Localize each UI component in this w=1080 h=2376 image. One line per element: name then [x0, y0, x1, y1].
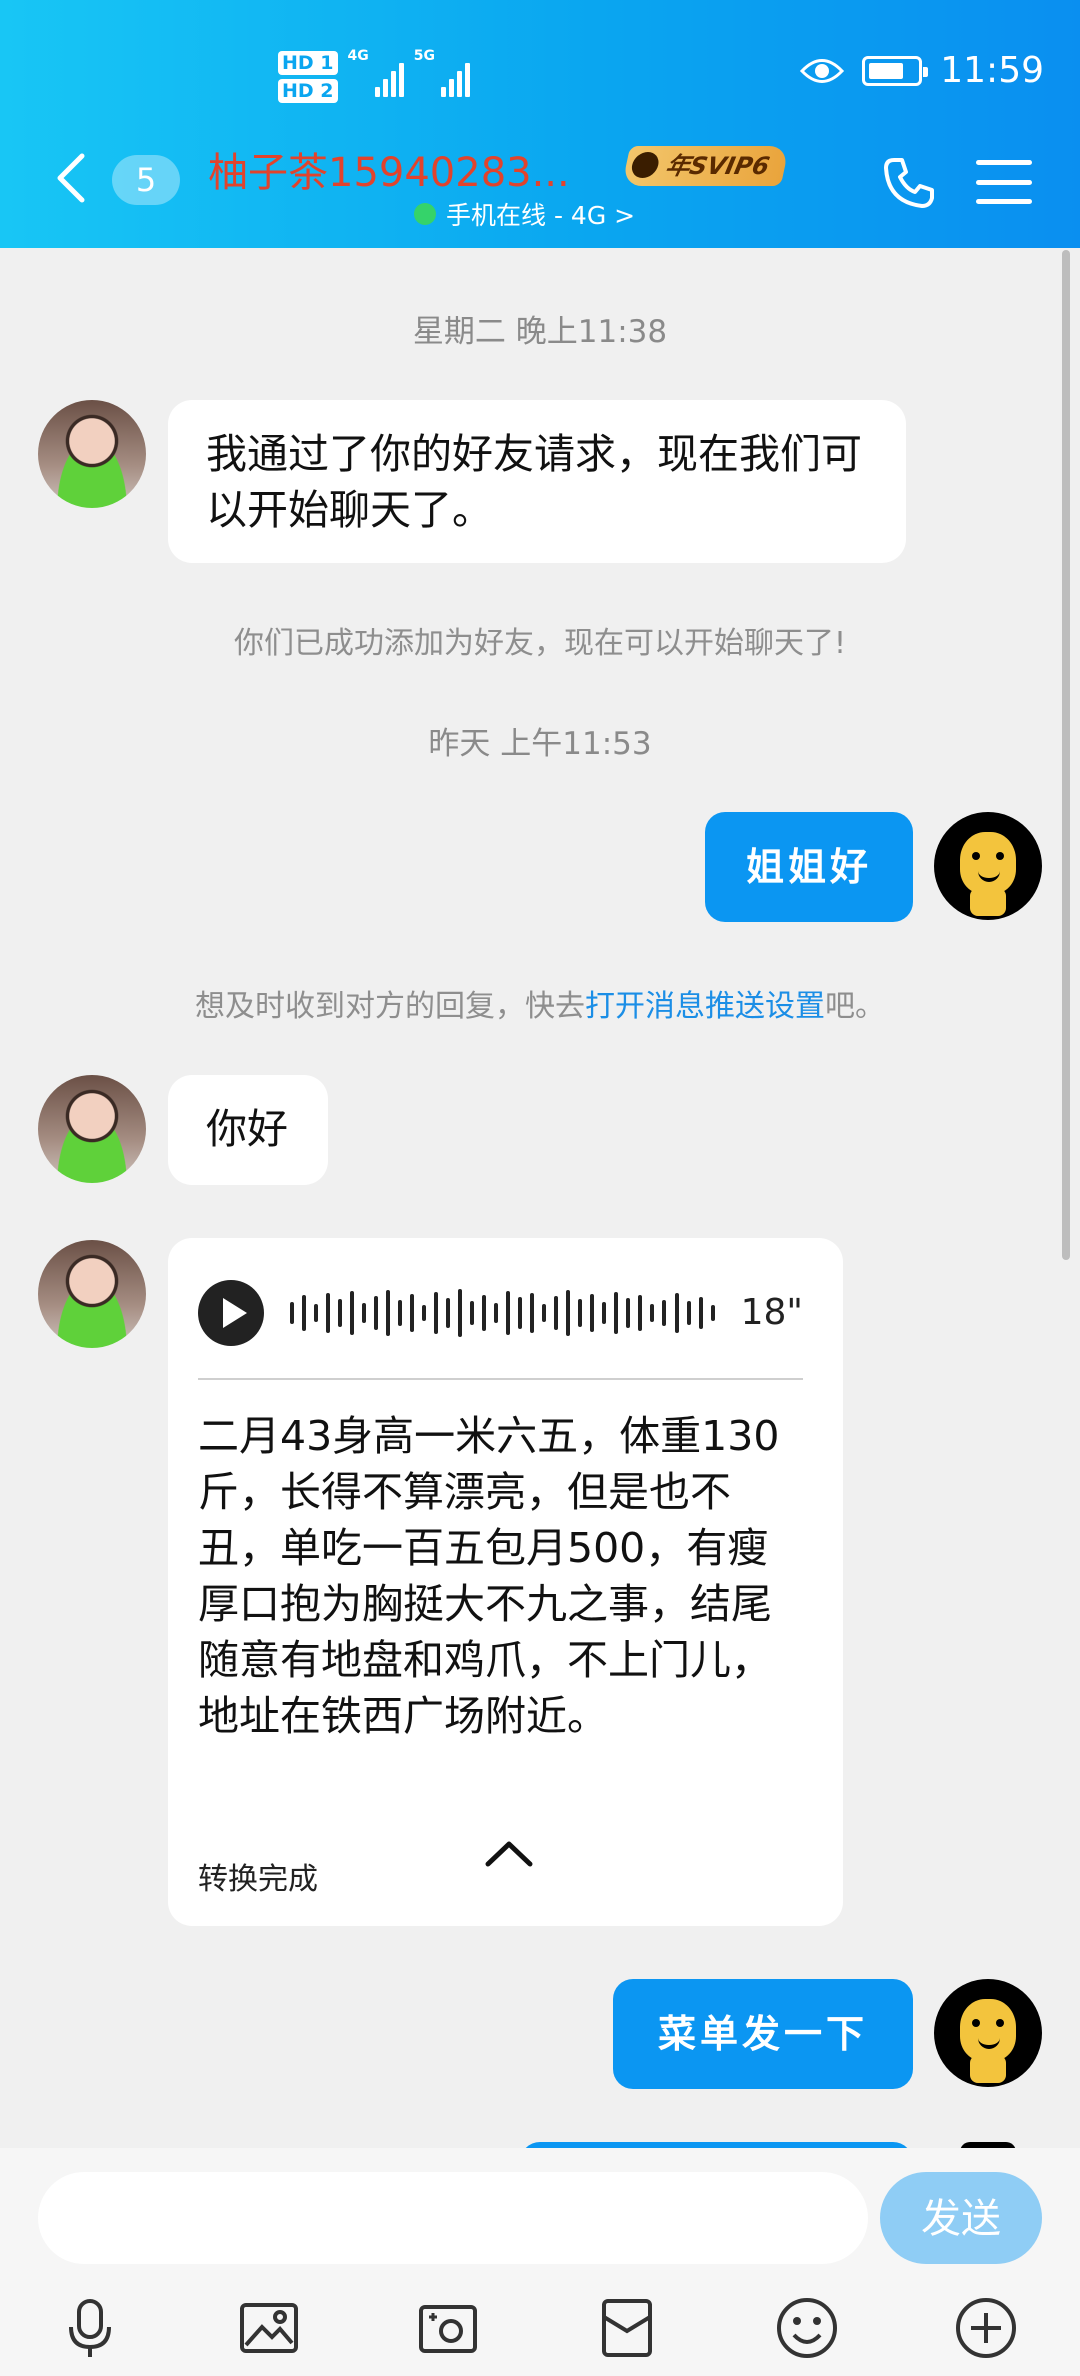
- waveform-bar: [566, 1290, 571, 1336]
- vip-crown-icon: [629, 152, 661, 178]
- waveform-bar: [650, 1304, 655, 1322]
- plus-icon[interactable]: [946, 2288, 1026, 2368]
- waveform: [290, 1288, 715, 1338]
- open-push-settings-link[interactable]: 打开消息推送设置: [585, 989, 825, 1024]
- play-icon[interactable]: [198, 1280, 264, 1346]
- waveform-bar: [494, 1303, 499, 1323]
- send-button[interactable]: 发送: [880, 2172, 1042, 2264]
- status-bar-left: HD 1 HD 2 4G 5G: [278, 42, 470, 112]
- waveform-bar: [290, 1302, 294, 1324]
- battery-icon: [862, 55, 929, 86]
- voice-duration: 18": [740, 1292, 803, 1333]
- voice-divider: [198, 1378, 803, 1380]
- red-packet-icon[interactable]: [587, 2288, 667, 2368]
- voice-transcript: 二月43身高一米六五，体重130斤，长得不算漂亮，但是也不丑，单吃一百五包月50…: [198, 1412, 780, 1740]
- input-area: 发送: [0, 2148, 1080, 2376]
- hd2-badge: HD 2: [278, 79, 338, 103]
- waveform-bar: [602, 1302, 607, 1324]
- message-bubble-sent[interactable]: 菜单发一下: [613, 1979, 913, 2089]
- network-type-1: 4G: [347, 48, 369, 64]
- clock: 11:59: [940, 50, 1044, 91]
- waveform-bar: [674, 1293, 679, 1333]
- push-notice-prefix: 想及时收到对方的回复，快去: [195, 989, 585, 1024]
- contact-avatar[interactable]: [38, 1075, 146, 1183]
- waveform-bar: [662, 1300, 667, 1326]
- image-icon[interactable]: [229, 2288, 309, 2368]
- back-arrow-icon[interactable]: [52, 152, 88, 204]
- online-dot-icon: [414, 203, 436, 225]
- my-avatar[interactable]: [934, 812, 1042, 920]
- svip-badge[interactable]: 年SVIP6: [621, 146, 790, 186]
- eye-icon: [800, 58, 845, 83]
- waveform-bar: [530, 1293, 535, 1333]
- waveform-bar: [686, 1301, 691, 1325]
- waveform-bar: [518, 1297, 523, 1329]
- system-notice: 你们已成功添加为好友，现在可以开始聊天了!: [233, 626, 847, 661]
- chevron-up-icon[interactable]: [484, 1834, 534, 1874]
- contact-name[interactable]: 柚子茶15940283...: [208, 140, 600, 198]
- push-notice-suffix: 吧。: [825, 989, 885, 1024]
- waveform-bar: [338, 1299, 343, 1327]
- contact-avatar[interactable]: [38, 1240, 146, 1348]
- message-input[interactable]: [38, 2172, 868, 2264]
- waveform-bar: [710, 1305, 715, 1321]
- waveform-bar: [482, 1295, 487, 1331]
- signal-icon: [374, 57, 404, 97]
- status-bar-right: 11:59: [800, 50, 1044, 91]
- waveform-bar: [386, 1290, 391, 1336]
- waveform-bar: [302, 1295, 307, 1331]
- voice-message-bubble[interactable]: 18" 二月43身高一米六五，体重130斤，长得不算漂亮，但是也不丑，单吃一百五…: [168, 1238, 843, 1926]
- unread-count-badge[interactable]: 5: [112, 155, 180, 205]
- waveform-bar: [422, 1305, 427, 1321]
- input-toolbar: [0, 2288, 1080, 2368]
- waveform-bar: [614, 1292, 619, 1334]
- waveform-bar: [410, 1294, 415, 1332]
- waveform-bar: [542, 1304, 547, 1322]
- emoji-icon[interactable]: [767, 2288, 847, 2368]
- waveform-bar: [626, 1298, 631, 1328]
- waveform-bar: [374, 1296, 379, 1330]
- timestamp: 星期二 晚上11:38: [412, 314, 668, 350]
- waveform-bar: [506, 1291, 511, 1335]
- waveform-bar: [326, 1293, 331, 1333]
- message-bubble-received[interactable]: 你好: [168, 1075, 328, 1185]
- phone-call-icon[interactable]: [882, 156, 936, 210]
- svip-label: 年SVIP6: [663, 152, 773, 180]
- message-bubble-sent[interactable]: 姐姐好: [705, 812, 913, 922]
- waveform-bar: [578, 1299, 583, 1327]
- waveform-bar: [470, 1301, 475, 1325]
- timestamp: 昨天 上午11:53: [428, 726, 652, 762]
- waveform-bar: [350, 1291, 355, 1335]
- online-status-text: 手机在线 - 4G >: [446, 201, 636, 230]
- my-avatar[interactable]: [934, 1979, 1042, 2087]
- transcribe-status: 转换完成: [198, 1862, 318, 1897]
- message-bubble-received[interactable]: 我通过了你的好友请求，现在我们可以开始聊天了。: [168, 400, 906, 563]
- camera-icon[interactable]: [408, 2288, 488, 2368]
- hd1-badge: HD 1: [278, 51, 338, 75]
- chat-header: HD 1 HD 2 4G 5G 11:59 5 柚子茶15940283... 年…: [0, 0, 1080, 248]
- waveform-bar: [554, 1296, 559, 1330]
- waveform-bar: [362, 1303, 367, 1323]
- contact-avatar[interactable]: [38, 400, 146, 508]
- waveform-bar: [446, 1298, 451, 1328]
- waveform-bar: [434, 1292, 439, 1334]
- signal-icon-2: [440, 57, 470, 97]
- menu-icon[interactable]: [976, 160, 1032, 204]
- waveform-bar: [314, 1304, 319, 1322]
- microphone-icon[interactable]: [50, 2288, 130, 2368]
- push-settings-notice: 想及时收到对方的回复，快去打开消息推送设置吧。: [0, 981, 1080, 1025]
- waveform-bar: [398, 1300, 403, 1326]
- waveform-bar: [590, 1294, 595, 1332]
- network-type-2: 5G: [413, 48, 435, 64]
- waveform-bar: [458, 1289, 463, 1337]
- waveform-bar: [698, 1297, 703, 1329]
- waveform-bar: [638, 1295, 643, 1331]
- online-status[interactable]: 手机在线 - 4G >: [414, 196, 635, 232]
